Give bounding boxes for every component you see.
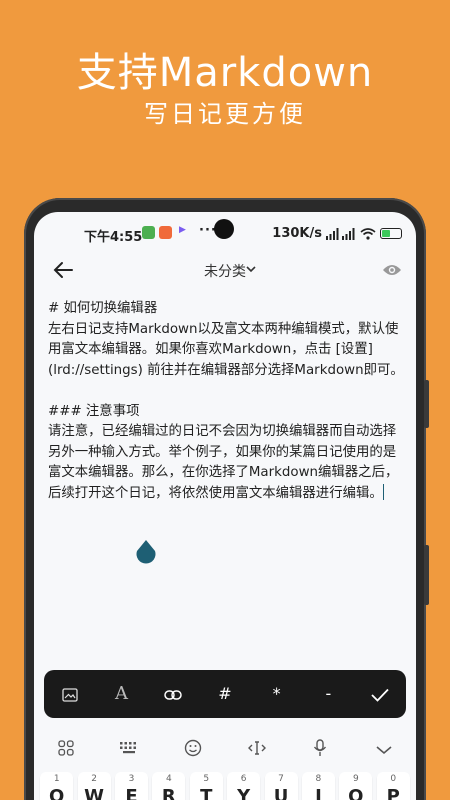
status-right: 130K/s <box>272 226 402 241</box>
key-e[interactable]: 3E <box>114 772 148 800</box>
emoji-icon[interactable] <box>171 739 215 761</box>
key-q[interactable]: 1Q <box>40 772 74 800</box>
list-button[interactable]: - <box>308 670 348 718</box>
key-letter: Y <box>237 786 251 800</box>
status-time: 下午4:55 <box>84 230 143 245</box>
image-icon <box>62 687 78 702</box>
editor-line: # 如何切换编辑器 <box>48 301 158 316</box>
key-number: 0 <box>390 774 397 784</box>
key-letter: U <box>273 786 289 800</box>
key-t[interactable]: 5T <box>189 772 223 800</box>
key-number: 4 <box>165 774 172 784</box>
editor-line <box>48 381 404 402</box>
key-w[interactable]: 2W <box>77 772 111 800</box>
key-letter: T <box>200 786 213 800</box>
phone-button <box>424 545 429 605</box>
check-icon <box>371 688 389 702</box>
heading-button[interactable]: # <box>205 670 245 718</box>
editor-line: ### 注意事项 <box>48 403 140 419</box>
chevron-down-icon[interactable] <box>246 265 256 273</box>
key-number: 7 <box>278 774 284 784</box>
key-number: 5 <box>203 774 210 784</box>
editor-line-text: 请注意，已经编辑过的日记不会因为切换编辑器而自动选择另外一种输入方式。举个例子，… <box>48 424 399 501</box>
key-number: 8 <box>315 774 322 784</box>
key-letter: W <box>84 786 104 800</box>
phone-screen: 下午4:55 ▶ ··· 130K/s 未分类 # 如何切换编辑器 左右日记支持… <box>34 212 416 800</box>
promo-title: 支持Markdown <box>76 50 374 96</box>
link-icon <box>164 689 182 700</box>
key-u[interactable]: 7U <box>264 772 298 800</box>
image-button[interactable] <box>50 670 90 718</box>
key-letter: I <box>315 786 322 800</box>
key-letter: Q <box>49 786 65 800</box>
play-icon: ▶ <box>179 225 186 235</box>
key-number: 3 <box>128 774 135 784</box>
key-letter: E <box>125 786 138 800</box>
key-number: 2 <box>91 774 97 784</box>
status-bar: 下午4:55 ▶ ··· 130K/s <box>34 212 416 254</box>
bold-button[interactable]: * <box>257 670 297 718</box>
done-button[interactable] <box>360 670 400 718</box>
key-r[interactable]: 4R <box>152 772 186 800</box>
battery-icon <box>380 228 402 239</box>
microphone-icon[interactable] <box>298 739 342 761</box>
collapse-keyboard-icon[interactable] <box>362 741 406 759</box>
key-p[interactable]: 0P <box>376 772 410 800</box>
text-caret <box>382 483 385 500</box>
link-button[interactable] <box>153 670 193 718</box>
key-y[interactable]: 6Y <box>227 772 261 800</box>
key-o[interactable]: 9O <box>339 772 373 800</box>
preview-eye-icon[interactable] <box>382 262 402 278</box>
editor-line: 请注意，已经编辑过的日记不会因为切换编辑器而自动选择另外一种输入方式。举个例子，… <box>48 422 404 504</box>
key-number: 6 <box>240 774 247 784</box>
front-camera <box>214 219 234 239</box>
network-speed: 130K/s <box>272 226 322 241</box>
markdown-toolbar: A # * - <box>44 670 406 718</box>
category-selector[interactable]: 未分类 <box>34 261 416 281</box>
promo-subtitle: 写日记更方便 <box>144 100 306 128</box>
markdown-editor[interactable]: # 如何切换编辑器 左右日记支持Markdown以及富文本两种编辑模式，默认使用… <box>48 299 404 504</box>
key-letter: R <box>161 786 176 800</box>
signal-icon <box>326 227 355 240</box>
keyboard-row: 1Q 2W 3E 4R 5T 6Y 7U 8I 9O 0P <box>34 772 416 800</box>
key-i[interactable]: 8I <box>301 772 335 800</box>
phone-button <box>424 380 429 428</box>
text-style-button[interactable]: A <box>102 670 142 718</box>
keyboard-toolbar <box>34 732 416 768</box>
key-number: 9 <box>352 774 359 784</box>
app-notification-icon <box>142 226 155 239</box>
key-letter: O <box>348 786 364 800</box>
apps-grid-icon[interactable] <box>44 740 88 760</box>
key-number: 1 <box>53 774 60 784</box>
cursor-move-icon[interactable] <box>235 740 279 760</box>
editor-line: 左右日记支持Markdown以及富文本两种编辑模式，默认使用富文本编辑器。如果你… <box>48 321 404 378</box>
cursor-handle[interactable] <box>135 540 157 566</box>
keyboard-icon[interactable] <box>107 741 151 759</box>
editor-header: 未分类 <box>34 254 416 286</box>
key-letter: P <box>386 786 400 800</box>
wifi-icon <box>360 227 376 240</box>
app-notification-icon <box>159 226 172 239</box>
